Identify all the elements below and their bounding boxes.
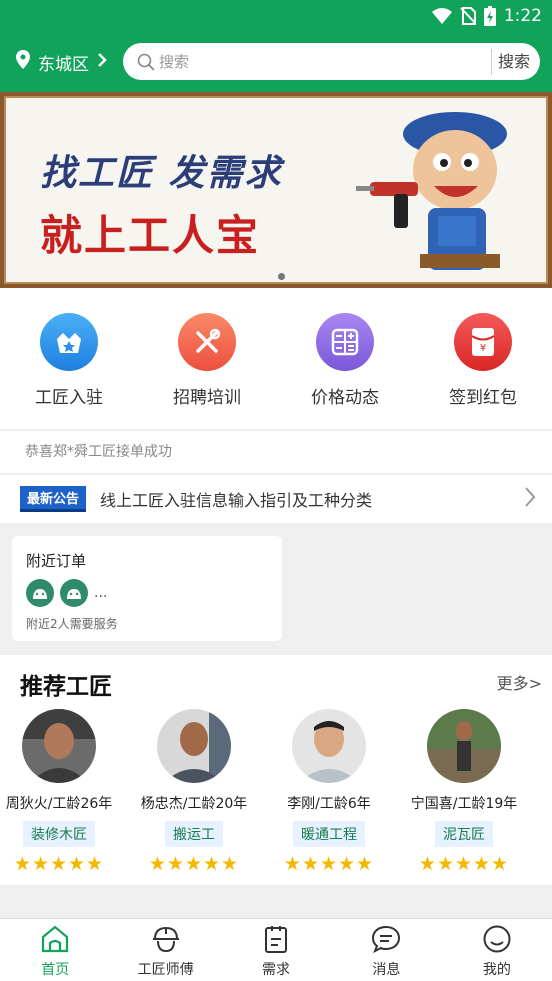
- profile-icon: [482, 925, 512, 957]
- no-sim-icon: [460, 7, 476, 25]
- worker-name: 杨忠杰/工龄20年: [140, 796, 248, 812]
- quick-action-label: 招聘培训: [173, 388, 241, 408]
- tab-label: 消息: [372, 962, 401, 978]
- quick-actions: 工匠入驻 招聘培训 价格动态 ¥ 签到红包: [0, 288, 552, 429]
- announcement-row[interactable]: 最新公告 线上工匠入驻信息输入指引及工种分类: [0, 475, 552, 523]
- tab-workers[interactable]: 工匠师傅: [110, 919, 220, 981]
- quick-action-recruit[interactable]: 招聘培训: [138, 288, 276, 429]
- nearby-title: 附近订单: [26, 552, 87, 570]
- section-title: 推荐工匠: [20, 674, 112, 700]
- search-input[interactable]: 搜索: [159, 51, 491, 72]
- tab-label: 工匠师傅: [137, 962, 194, 978]
- tab-label: 需求: [262, 962, 291, 978]
- tab-demand[interactable]: 需求: [221, 919, 331, 981]
- top-bar: 东城区 搜索 搜索: [0, 32, 552, 92]
- tab-label: 首页: [41, 962, 70, 978]
- banner-line2: 就上工人宝: [40, 211, 261, 260]
- android-avatar-icon: [60, 579, 88, 607]
- search-bar[interactable]: 搜索 搜索: [123, 43, 540, 80]
- wifi-icon: [431, 8, 452, 24]
- announcement-text: 线上工匠入驻信息输入指引及工种分类: [100, 491, 373, 510]
- banner-line1: 找工匠 发需求: [40, 153, 283, 194]
- quick-action-label: 价格动态: [311, 388, 379, 408]
- quick-action-prices[interactable]: 价格动态: [276, 288, 414, 429]
- promo-banner[interactable]: 找工匠 发需求 就上工人宝: [0, 92, 552, 288]
- worker-card[interactable]: 李刚/工龄6年 暖通工程 ★★★★★: [264, 709, 394, 875]
- svg-text:¥: ¥: [480, 343, 486, 354]
- quick-action-checkin[interactable]: ¥ 签到红包: [414, 288, 552, 429]
- clipboard-icon: [261, 925, 291, 957]
- worker-list: 周狄火/工龄26年 装修木匠 ★★★★★ 杨忠杰/工龄20年 搬运工 ★★★★★…: [0, 709, 552, 875]
- nearby-orders-card[interactable]: 附近订单 ... 附近2人需要服务: [12, 536, 282, 641]
- nearby-avatars: ...: [26, 579, 268, 607]
- tab-home[interactable]: 首页: [0, 919, 110, 981]
- location-label: 东城区: [38, 54, 89, 75]
- nearby-more: ...: [94, 585, 108, 601]
- banner-frame: 找工匠 发需求 就上工人宝: [4, 96, 548, 284]
- more-link[interactable]: 更多>: [497, 670, 542, 694]
- search-button[interactable]: 搜索: [490, 48, 540, 75]
- nearby-caption: 附近2人需要服务: [26, 617, 118, 631]
- red-envelope-icon: ¥: [454, 313, 512, 371]
- quick-action-join[interactable]: 工匠入驻: [0, 288, 138, 429]
- rating-stars: ★★★★★: [283, 853, 375, 875]
- location-pin-icon: [16, 50, 30, 74]
- worker-skill: 泥瓦匠: [435, 821, 493, 847]
- worker-photo: [157, 709, 231, 783]
- worker-skill: 暖通工程: [293, 821, 365, 847]
- carousel-indicator: [278, 273, 285, 280]
- clock-time: 1:22: [503, 6, 542, 26]
- tools-icon: [178, 313, 236, 371]
- tab-messages[interactable]: 消息: [331, 919, 441, 981]
- tab-profile[interactable]: 我的: [442, 919, 552, 981]
- worker-helmet-icon: [151, 925, 181, 957]
- quick-action-label: 签到红包: [449, 388, 517, 408]
- worker-mascot-illustration: [356, 112, 507, 270]
- worker-skill: 搬运工: [165, 821, 223, 847]
- chevron-right-icon: [97, 52, 107, 73]
- recommended-section: 推荐工匠 更多> 周狄火/工龄26年 装修木匠 ★★★★★ 杨忠杰/工龄20年 …: [0, 655, 552, 885]
- tab-label: 我的: [482, 962, 511, 978]
- rating-stars: ★★★★★: [13, 853, 105, 875]
- worker-name: 周狄火/工龄26年: [5, 796, 113, 812]
- worker-photo: [427, 709, 501, 783]
- worker-photo: [22, 709, 96, 783]
- android-avatar-icon: [26, 579, 54, 607]
- rating-stars: ★★★★★: [418, 853, 510, 875]
- search-icon: [137, 53, 155, 71]
- worker-card[interactable]: 周狄火/工龄26年 装修木匠 ★★★★★: [0, 709, 124, 875]
- crown-icon: [40, 313, 98, 371]
- chevron-right-icon: [524, 486, 536, 512]
- announcement-tag: 最新公告: [20, 486, 86, 512]
- worker-skill: 装修木匠: [23, 821, 95, 847]
- bottom-tab-bar: 首页 工匠师傅 需求 消息 我的: [0, 918, 552, 981]
- message-icon: [371, 925, 401, 957]
- status-bar: 1:22: [0, 0, 552, 32]
- worker-card[interactable]: 宁国喜/工龄19年 泥瓦匠 ★★★★★: [399, 709, 529, 875]
- rating-stars: ★★★★★: [148, 853, 240, 875]
- worker-name: 李刚/工龄6年: [287, 796, 371, 812]
- order-notice: 恭喜郑*舜工匠接单成功: [0, 431, 552, 473]
- worker-photo: [292, 709, 366, 783]
- battery-charging-icon: [483, 6, 496, 26]
- worker-name: 宁国喜/工龄19年: [410, 796, 518, 812]
- location-selector[interactable]: 东城区: [12, 50, 122, 75]
- worker-card[interactable]: 杨忠杰/工龄20年 搬运工 ★★★★★: [129, 709, 259, 875]
- home-icon: [40, 925, 70, 957]
- calculator-icon: [316, 313, 374, 371]
- quick-action-label: 工匠入驻: [35, 388, 103, 408]
